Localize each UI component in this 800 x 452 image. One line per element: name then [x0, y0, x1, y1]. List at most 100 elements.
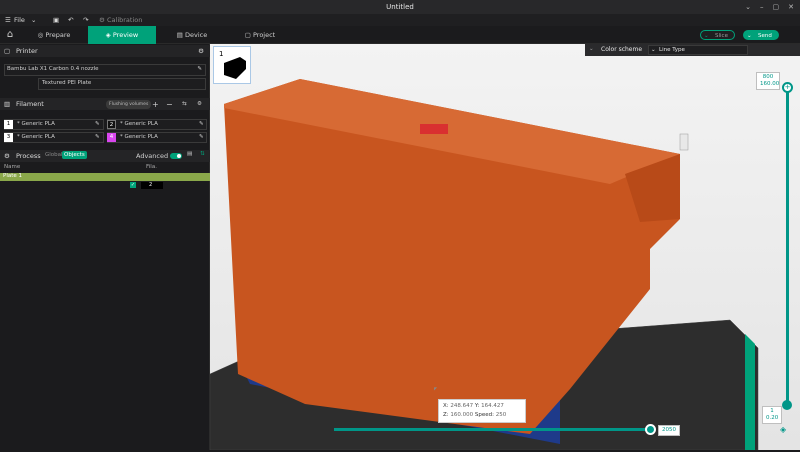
save-icon[interactable]: ▣ — [53, 14, 59, 26]
move-slider-handle[interactable] — [645, 424, 656, 435]
color-scheme-dropdown-icon: ⌄ — [651, 47, 656, 53]
plate-thumbnail-model — [224, 57, 246, 79]
send-label: Send — [758, 33, 772, 39]
window-controls: ⌄ – ▢ ✕ — [745, 0, 794, 14]
tab-preview-label: Preview — [112, 31, 139, 39]
printer-header-label: Printer — [16, 47, 38, 55]
file-dropdown-icon[interactable]: ⌄ — [31, 14, 36, 26]
color-scheme-select[interactable]: ⌄ Line Type — [648, 45, 748, 55]
settings-panel: ▢ Printer ⚙ Bambu Lab X1 Carbon 0.4 nozzle… — [0, 44, 210, 450]
menu-bar: ☰ File ⌄ ▣ ↶ ↷ ⚙ Calibration — [0, 14, 800, 26]
process-copy-icon[interactable]: ▤ — [187, 151, 192, 157]
filament-icon: ▥ — [4, 100, 11, 108]
tab-project[interactable]: ▢ Project — [228, 26, 292, 44]
3d-viewport[interactable]: ◤ 1 ⌄ Color scheme ⌄ Line Type — [209, 44, 800, 451]
color-scheme-collapse-icon[interactable]: ⌄ — [589, 46, 594, 52]
tab-preview[interactable]: ◈ Preview — [88, 26, 156, 44]
layer-top-index: 800 — [762, 74, 774, 80]
process-global-tab[interactable]: Global — [45, 152, 63, 158]
layer-slider-track[interactable] — [786, 88, 789, 406]
advanced-label: Advanced — [136, 152, 169, 160]
filament-slot-3-name: * Generic PLA — [17, 134, 55, 140]
position-tooltip: X: 248.647 Y: 164.427 Z: 160.000 Speed: … — [438, 399, 526, 423]
process-compare-icon[interactable]: ⇅ — [200, 151, 205, 157]
layer-top-handle[interactable]: + — [782, 82, 793, 93]
toolhead-marker — [679, 133, 689, 151]
layer-top-label: 800 160.00 — [756, 72, 780, 90]
edit-filament-2-icon[interactable]: ✎ — [199, 121, 204, 127]
edit-printer-icon[interactable]: ✎ — [197, 66, 202, 72]
send-button[interactable]: ⌄ Send — [743, 30, 779, 40]
filament-header-label: Filament — [16, 100, 44, 108]
maximize-icon[interactable]: ▢ — [773, 3, 780, 11]
tab-device[interactable]: ▤ Device — [160, 26, 224, 44]
printer-settings-icon[interactable]: ⚙ — [198, 45, 204, 57]
window-title-bar: Untitled — [0, 0, 800, 14]
calibration-menu[interactable]: Calibration — [107, 14, 142, 26]
tab-prepare[interactable]: ◎ Prepare — [22, 26, 86, 44]
printer-section-header: ▢ Printer ⚙ — [0, 45, 210, 57]
layers-icon[interactable]: ◈ — [780, 425, 786, 434]
device-icon: ▤ — [176, 31, 185, 39]
object-filament-value[interactable]: 2 — [141, 182, 163, 189]
layer-bottom-height: 0.20 — [766, 415, 779, 421]
plate-thumbnail[interactable]: 1 — [213, 46, 251, 84]
plate-label: Plate 1 — [3, 173, 23, 179]
send-dropdown-icon: ⌄ — [747, 33, 752, 39]
filament-settings-icon[interactable]: ⚙ — [197, 101, 202, 107]
home-icon[interactable]: ⌂ — [0, 26, 20, 44]
color-scheme-value: Line Type — [659, 47, 685, 53]
undo-icon[interactable]: ↶ — [68, 14, 73, 26]
hamburger-icon[interactable]: ☰ — [5, 14, 11, 26]
add-filament-icon[interactable]: + — [152, 100, 159, 109]
filament-slot-1-name: * Generic PLA — [17, 121, 55, 127]
redo-icon[interactable]: ↷ — [83, 14, 88, 26]
printer-select[interactable]: Bambu Lab X1 Carbon 0.4 nozzle ✎ — [4, 64, 206, 76]
tooltip-speed-value: 250 — [495, 412, 507, 418]
column-name-header: Name — [4, 164, 21, 170]
flushing-volumes-button[interactable]: Flushing volumes — [106, 100, 152, 109]
advanced-toggle-knob — [177, 154, 181, 158]
layer-bottom-label: 1 0.20 — [762, 406, 782, 424]
move-slider-track[interactable] — [334, 428, 652, 431]
tooltip-speed-label: Speed: — [474, 412, 494, 418]
close-icon[interactable]: ✕ — [788, 3, 794, 11]
tooltip-z-label: Z: — [443, 412, 449, 418]
process-objects-tab[interactable]: Objects — [62, 151, 87, 159]
printer-name: Bambu Lab X1 Carbon 0.4 nozzle — [7, 66, 99, 72]
slice-label: Slice — [715, 33, 728, 39]
file-menu[interactable]: File — [14, 14, 25, 26]
window-menu-icon[interactable]: ⌄ — [745, 3, 751, 11]
minimize-icon[interactable]: – — [760, 3, 764, 11]
tooltip-x-label: X: — [443, 403, 449, 409]
edit-filament-4-icon[interactable]: ✎ — [199, 134, 204, 140]
preview-icon: ◈ — [105, 31, 113, 39]
layer-bottom-handle[interactable] — [782, 400, 792, 410]
window-title: Untitled — [386, 3, 414, 11]
tooltip-y-label: Y: — [474, 403, 480, 409]
tab-bar: ⌂ ◎ Prepare ◈ Preview ▤ Device ▢ Project — [0, 26, 800, 44]
advanced-toggle[interactable] — [170, 153, 182, 159]
filament-slot-1-swatch: 1 — [4, 120, 13, 129]
tooltip-y-value: 164.427 — [481, 403, 504, 409]
plate-type-value: Textured PEI Plate — [42, 80, 92, 86]
tooltip-z-value: 160.000 — [450, 412, 474, 418]
filament-slot-2-name: * Generic PLA — [120, 121, 158, 127]
filament-slot-2-swatch: 2 — [107, 120, 116, 129]
edit-filament-3-icon[interactable]: ✎ — [95, 134, 100, 140]
calibration-icon: ⚙ — [99, 16, 105, 24]
slice-dropdown-icon: ⌄ — [704, 33, 709, 39]
slice-button[interactable]: ⌄ Slice — [700, 30, 735, 40]
filament-slot-4-name: * Generic PLA — [120, 134, 158, 140]
color-scheme-bar: ⌄ Color scheme ⌄ Line Type — [585, 44, 800, 56]
move-slider-value: 2050 — [658, 425, 680, 436]
sync-filament-icon[interactable]: ⇆ — [182, 101, 187, 107]
tab-project-label: Project — [252, 31, 276, 39]
object-row-plate[interactable]: Plate 1 — [0, 173, 210, 181]
object-checkbox[interactable]: ✓ — [130, 182, 136, 188]
remove-filament-icon[interactable]: − — [166, 100, 173, 109]
plate-type-select[interactable]: Textured PEI Plate — [38, 78, 206, 90]
filament-slot-3-swatch: 3 — [4, 133, 13, 142]
edit-filament-1-icon[interactable]: ✎ — [95, 121, 100, 127]
column-fila-header: Fila. — [146, 164, 157, 170]
